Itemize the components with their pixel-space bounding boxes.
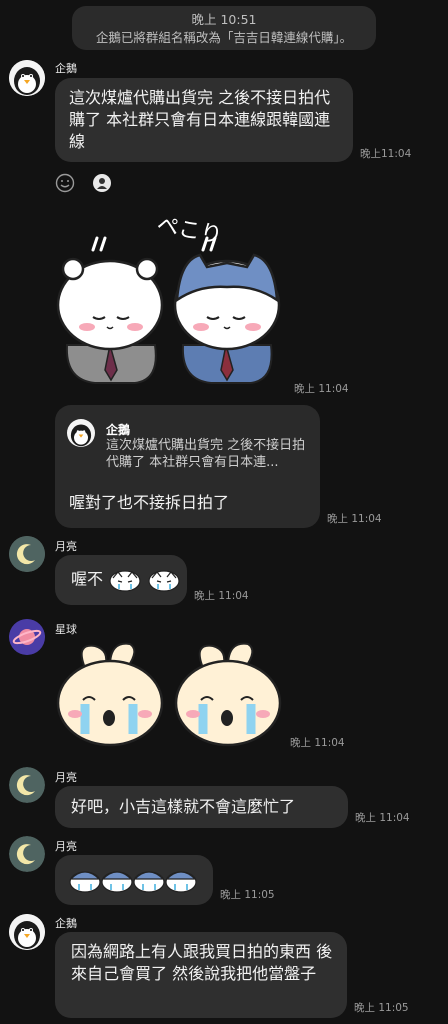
- sticker-crying[interactable]: [55, 638, 285, 748]
- penguin-icon: [9, 914, 45, 950]
- sender-name: 月亮: [55, 540, 77, 553]
- avatar-penguin[interactable]: [9, 60, 45, 96]
- avatar-planet[interactable]: [9, 619, 45, 655]
- avatar-penguin[interactable]: [9, 914, 45, 950]
- crying-emoji-icon: [148, 570, 180, 592]
- avatar-moon[interactable]: [9, 767, 45, 803]
- sticker-bowing[interactable]: ペこり: [55, 205, 285, 390]
- sender-name: 星球: [55, 623, 77, 636]
- message-time: 晚上 11:05: [354, 1002, 409, 1014]
- moon-icon: [9, 767, 45, 803]
- penguin-icon: [70, 424, 92, 447]
- reply-bubble[interactable]: 企鵝 這次煤爐代購出貨完 之後不接日拍代購了 本社群只會有日本連... 喔對了也…: [55, 405, 320, 528]
- system-text: 企鵝已將群組名稱改為「吉吉日韓連線代購」。: [95, 30, 353, 45]
- message-time: 晚上 11:04: [327, 513, 382, 525]
- avatar-moon[interactable]: [9, 836, 45, 872]
- system-time: 晚上 10:51: [191, 12, 257, 27]
- sender-name: 企鵝: [55, 917, 77, 930]
- message-time: 晚上 11:04: [355, 812, 410, 824]
- crying-hat-emoji-icon: [101, 871, 133, 893]
- avatar-moon[interactable]: [9, 536, 45, 572]
- message-bubble[interactable]: 喔不: [55, 555, 187, 605]
- quote-avatar: [67, 419, 95, 447]
- message-text: 這次煤爐代購出貨完 之後不接日拍代購了 本社群只會有日本連線跟韓國連線: [69, 88, 331, 151]
- message-bubble[interactable]: [55, 855, 213, 905]
- crying-emoji-icon: [109, 570, 141, 592]
- sticker-image: [56, 642, 282, 747]
- moon-icon: [9, 836, 45, 872]
- message-time: 晚上 11:04: [294, 383, 349, 395]
- sender-name: 企鵝: [55, 62, 77, 75]
- sticker-image: ペこり: [56, 213, 281, 384]
- message-text: 好吧，小吉這樣就不會這麼忙了: [71, 797, 296, 816]
- sender-name: 月亮: [55, 771, 77, 784]
- emoji-row: [69, 871, 197, 893]
- crying-hat-emoji-icon: [69, 871, 101, 893]
- message-time: 晚上 11:05: [220, 889, 275, 901]
- quote-text: 這次煤爐代購出貨完 之後不接日拍代購了 本社群只會有日本連...: [106, 438, 306, 470]
- message-bubble[interactable]: 這次煤爐代購出貨完 之後不接日拍代購了 本社群只會有日本連線跟韓國連線: [55, 78, 353, 162]
- message-time: 晚上 11:04: [290, 737, 345, 749]
- message-text: 因為網路上有人跟我買日拍的東西 後來自己會買了 然後說我把他當盤子: [71, 942, 333, 983]
- crying-hat-emoji-icon: [133, 871, 165, 893]
- add-reaction-icon[interactable]: [55, 173, 75, 193]
- message-bubble[interactable]: 因為網路上有人跟我買日拍的東西 後來自己會買了 然後說我把他當盤子: [55, 932, 347, 1018]
- reaction-face-icon[interactable]: [93, 174, 111, 192]
- reply-text: 喔對了也不接拆日拍了: [69, 493, 230, 512]
- message-bubble[interactable]: 好吧，小吉這樣就不會這麼忙了: [55, 786, 348, 828]
- message-text: 喔不: [71, 569, 104, 589]
- message-time: 晚上11:04: [360, 148, 412, 160]
- planet-icon: [9, 619, 45, 655]
- sender-name: 月亮: [55, 840, 77, 853]
- crying-hat-emoji-icon: [165, 871, 197, 893]
- system-message: 晚上 10:51 企鵝已將群組名稱改為「吉吉日韓連線代購」。: [72, 6, 376, 50]
- message-time: 晚上 11:04: [194, 590, 249, 602]
- penguin-icon: [9, 60, 45, 96]
- moon-icon: [9, 536, 45, 572]
